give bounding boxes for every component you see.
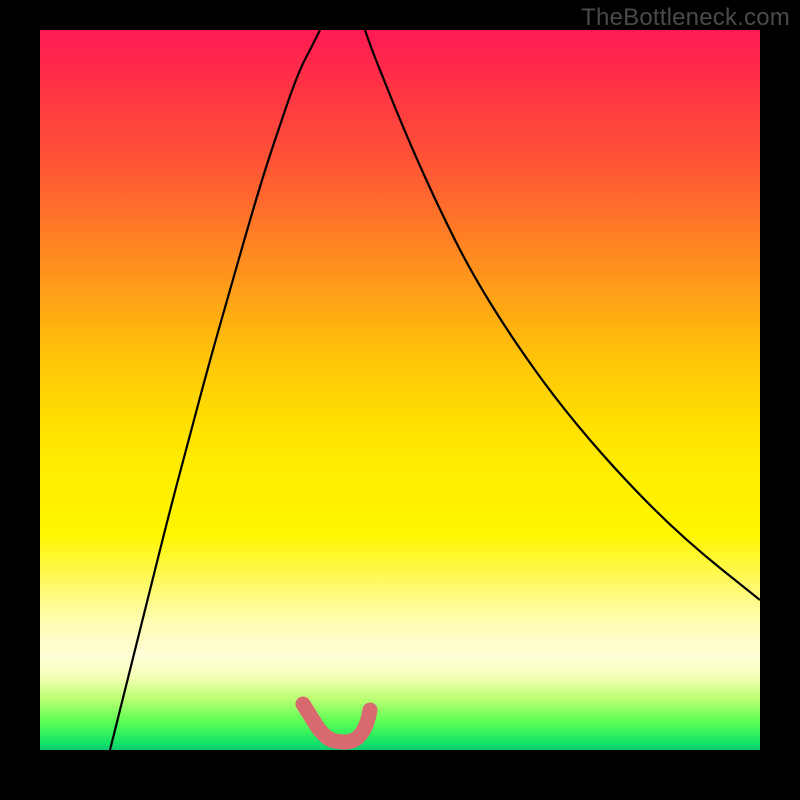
plot-area [40,30,760,750]
watermark-text: TheBottleneck.com [581,4,790,32]
chart-svg [40,30,760,750]
left-curve [110,30,320,750]
right-curve [365,30,760,600]
chart-frame: TheBottleneck.com [0,0,800,800]
marker-trace [303,704,370,742]
